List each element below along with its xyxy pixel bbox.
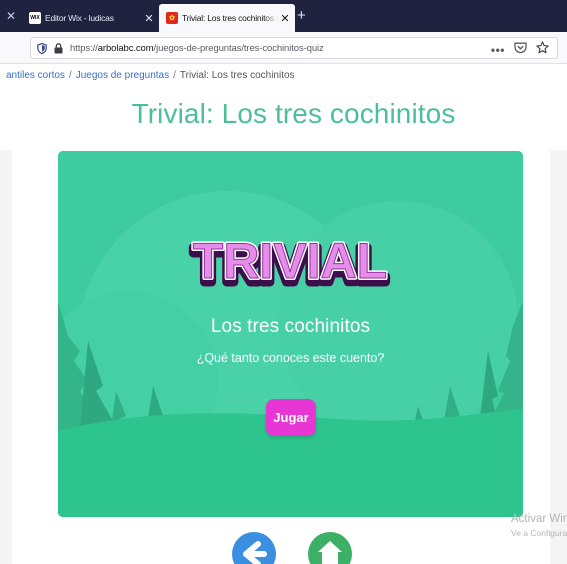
back-button[interactable] xyxy=(232,532,276,564)
tab-label: Editor Wix - ludicas xyxy=(45,13,114,23)
breadcrumb: antiles cortos / Juegos de preguntas / Trivi… xyxy=(6,70,295,81)
right-gutter xyxy=(550,150,567,564)
trivial-logo: TRIVIAL TRIVIAL TRIVIAL xyxy=(188,232,391,292)
tab-close-icon[interactable]: ✕ xyxy=(142,12,156,25)
svg-text:TRIVIAL: TRIVIAL xyxy=(193,233,387,289)
pocket-icon[interactable] xyxy=(514,41,527,59)
watermark-line-2: Ve a Configuración xyxy=(511,528,567,538)
left-gutter xyxy=(0,150,12,564)
shield-icon[interactable] xyxy=(37,42,47,54)
tab-trivial[interactable]: ✿ Trivial: Los tres cochinitos | Árbol A… xyxy=(159,4,295,32)
tab-close-icon[interactable]: ✕ xyxy=(278,12,292,25)
url-field[interactable]: https://arbolabc.com/juegos-de-preguntas… xyxy=(30,37,558,59)
breadcrumb-separator: / xyxy=(68,70,72,81)
wix-favicon-icon: WIX xyxy=(29,12,41,24)
breadcrumb-current: Trivial: Los tres cochinitos xyxy=(179,70,295,81)
windows-activation-watermark: Activar Windows Ve a Configuración xyxy=(511,513,567,538)
breadcrumb-separator: / xyxy=(173,70,176,81)
game-card[interactable]: TRIVIAL TRIVIAL TRIVIAL Los tres cochini… xyxy=(58,151,523,517)
page-title: Trivial: Los tres cochinitos xyxy=(131,98,456,129)
breadcrumb-link-juegos[interactable]: Juegos de preguntas xyxy=(76,70,169,81)
tab-label: Trivial: Los tres cochinitos | Árbol ABC xyxy=(182,13,278,23)
play-button[interactable]: Jugar xyxy=(266,399,316,436)
breadcrumb-link-cuentos[interactable]: antiles cortos xyxy=(6,70,65,81)
tab-bar: ✕ WIX Editor Wix - ludicas ✕ ✿ Trivial: … xyxy=(0,0,567,32)
home-button[interactable] xyxy=(308,532,352,564)
new-tab-icon[interactable]: + xyxy=(297,8,306,23)
url-text: https://arbolabc.com/juegos-de-preguntas… xyxy=(70,42,324,54)
home-icon xyxy=(318,541,342,564)
bookmark-star-icon[interactable] xyxy=(536,41,549,59)
more-icon[interactable]: ••• xyxy=(491,43,505,57)
arbolabc-favicon-icon: ✿ xyxy=(166,12,178,24)
watermark-line-1: Activar Windows xyxy=(511,513,567,525)
navigation-bar: https://arbolabc.com/juegos-de-preguntas… xyxy=(0,32,567,64)
game-subtitle: ¿Qué tanto conoces este cuento? xyxy=(196,351,385,365)
browser-window: ✕ WIX Editor Wix - ludicas ✕ ✿ Trivial: … xyxy=(0,0,567,564)
url-actions: ••• xyxy=(491,41,549,59)
close-icon[interactable]: ✕ xyxy=(6,9,18,23)
lock-icon[interactable] xyxy=(54,42,63,54)
game-title: Los tres cochinitos xyxy=(210,316,371,337)
tab-editor-wix[interactable]: WIX Editor Wix - ludicas ✕ xyxy=(22,4,159,32)
arrow-left-icon xyxy=(243,541,267,564)
